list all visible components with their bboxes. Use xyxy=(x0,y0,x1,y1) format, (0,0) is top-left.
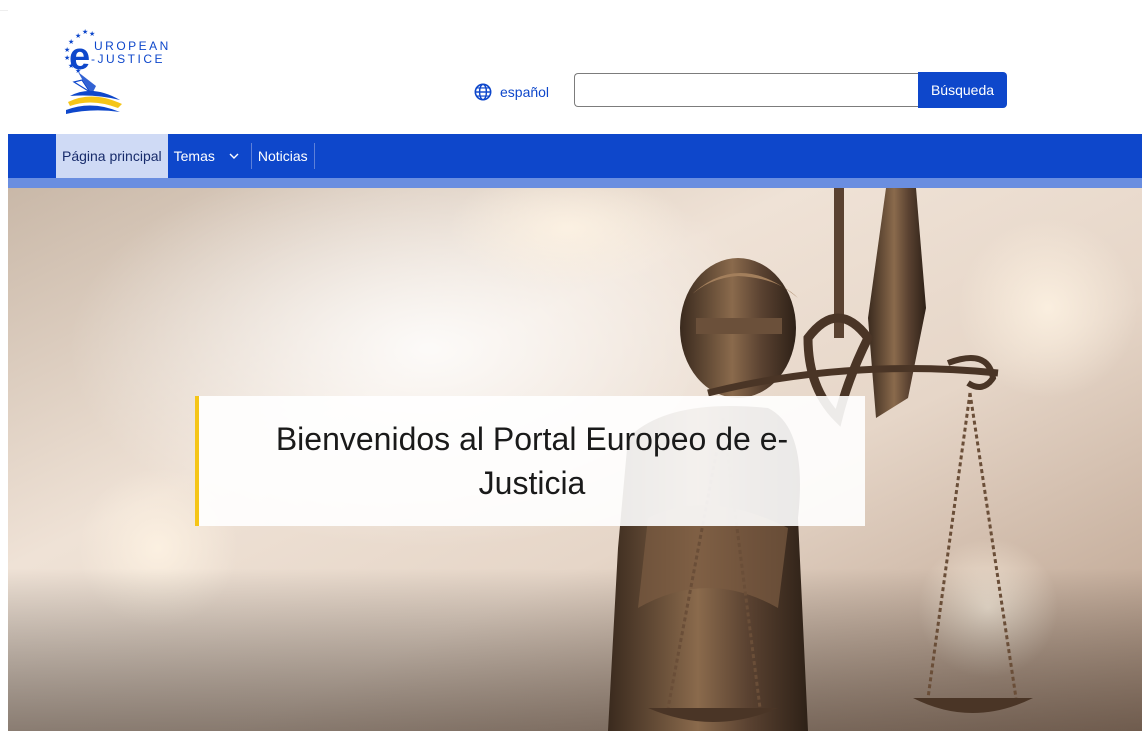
logo-balance-emblem xyxy=(66,72,122,114)
search-button[interactable]: Búsqueda xyxy=(918,72,1007,108)
search-form: Búsqueda xyxy=(574,72,1007,108)
nav-item-news[interactable]: Noticias xyxy=(252,134,314,178)
hero-title-box: Bienvenidos al Portal Europeo de e-Justi… xyxy=(195,396,865,526)
svg-text:★: ★ xyxy=(82,28,88,36)
search-input[interactable] xyxy=(574,73,918,107)
hero-banner: Bienvenidos al Portal Europeo de e-Justi… xyxy=(8,188,1142,731)
logo-line-1: UROPEAN xyxy=(94,39,171,53)
nav-item-home[interactable]: Página principal xyxy=(56,134,168,178)
nav-underline xyxy=(8,178,1142,188)
main-navigation: Página principal Temas Noticias xyxy=(8,134,1142,178)
hero-title: Bienvenidos al Portal Europeo de e-Justi… xyxy=(275,421,789,501)
language-selector[interactable]: español xyxy=(474,81,549,103)
chevron-down-icon xyxy=(229,153,239,159)
site-header: ★ ★ ★ ★ ★ ★ ★ ★ e UROPEAN -JUSTICE españ… xyxy=(8,10,1142,134)
nav-item-label: Temas xyxy=(173,148,215,164)
globe-icon xyxy=(474,83,492,101)
language-label: español xyxy=(500,84,550,100)
nav-item-label: Página principal xyxy=(62,148,162,164)
nav-item-topics[interactable]: Temas xyxy=(168,134,251,178)
page: ★ ★ ★ ★ ★ ★ ★ ★ e UROPEAN -JUSTICE españ… xyxy=(0,0,1142,731)
logo-e: e xyxy=(69,36,90,78)
european-e-justice-logo[interactable]: ★ ★ ★ ★ ★ ★ ★ ★ e UROPEAN -JUSTICE xyxy=(52,24,202,124)
nav-item-label: Noticias xyxy=(257,148,308,164)
nav-divider xyxy=(313,143,315,169)
logo-line-2: -JUSTICE xyxy=(91,52,165,66)
